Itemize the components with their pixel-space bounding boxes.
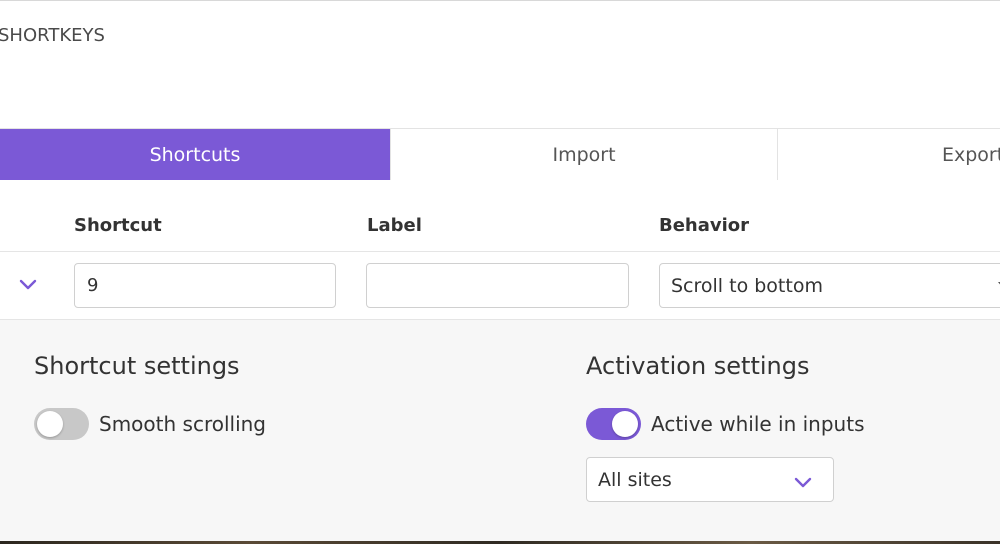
header-divider	[0, 251, 1000, 252]
column-header-label: Label	[367, 215, 422, 236]
toggle-knob	[612, 411, 638, 437]
active-in-inputs-label: Active while in inputs	[651, 412, 865, 436]
options-page: SHORTKEYS Shortcuts Import Export Shortc…	[0, 0, 1000, 544]
tab-shortcuts[interactable]: Shortcuts	[0, 129, 390, 180]
label-input[interactable]	[366, 263, 629, 308]
column-header-behavior: Behavior	[659, 215, 750, 236]
behavior-select-value: Scroll to bottom	[671, 274, 823, 297]
activation-settings-title: Activation settings	[586, 352, 810, 380]
column-header-shortcut: Shortcut	[74, 215, 162, 236]
behavior-select[interactable]: Scroll to bottom	[659, 263, 1000, 308]
shortcut-input[interactable]	[74, 263, 336, 308]
smooth-scrolling-label: Smooth scrolling	[99, 412, 267, 436]
shortcut-settings-title: Shortcut settings	[34, 352, 240, 380]
tab-bar: Shortcuts Import Export	[0, 128, 1000, 180]
active-in-inputs-toggle[interactable]	[586, 408, 641, 440]
sites-select-value: All sites	[598, 468, 672, 491]
toggle-knob	[37, 411, 63, 437]
tab-export[interactable]: Export	[778, 129, 1000, 180]
chevron-down-icon[interactable]	[18, 277, 38, 291]
shortcut-settings-panel: Shortcut settings Smooth scrolling Activ…	[0, 319, 1000, 541]
app-title: SHORTKEYS	[0, 25, 105, 46]
tab-import[interactable]: Import	[390, 129, 778, 180]
smooth-scrolling-toggle[interactable]	[34, 408, 89, 440]
sites-select[interactable]: All sites	[586, 457, 834, 502]
chevron-down-icon	[793, 473, 813, 488]
